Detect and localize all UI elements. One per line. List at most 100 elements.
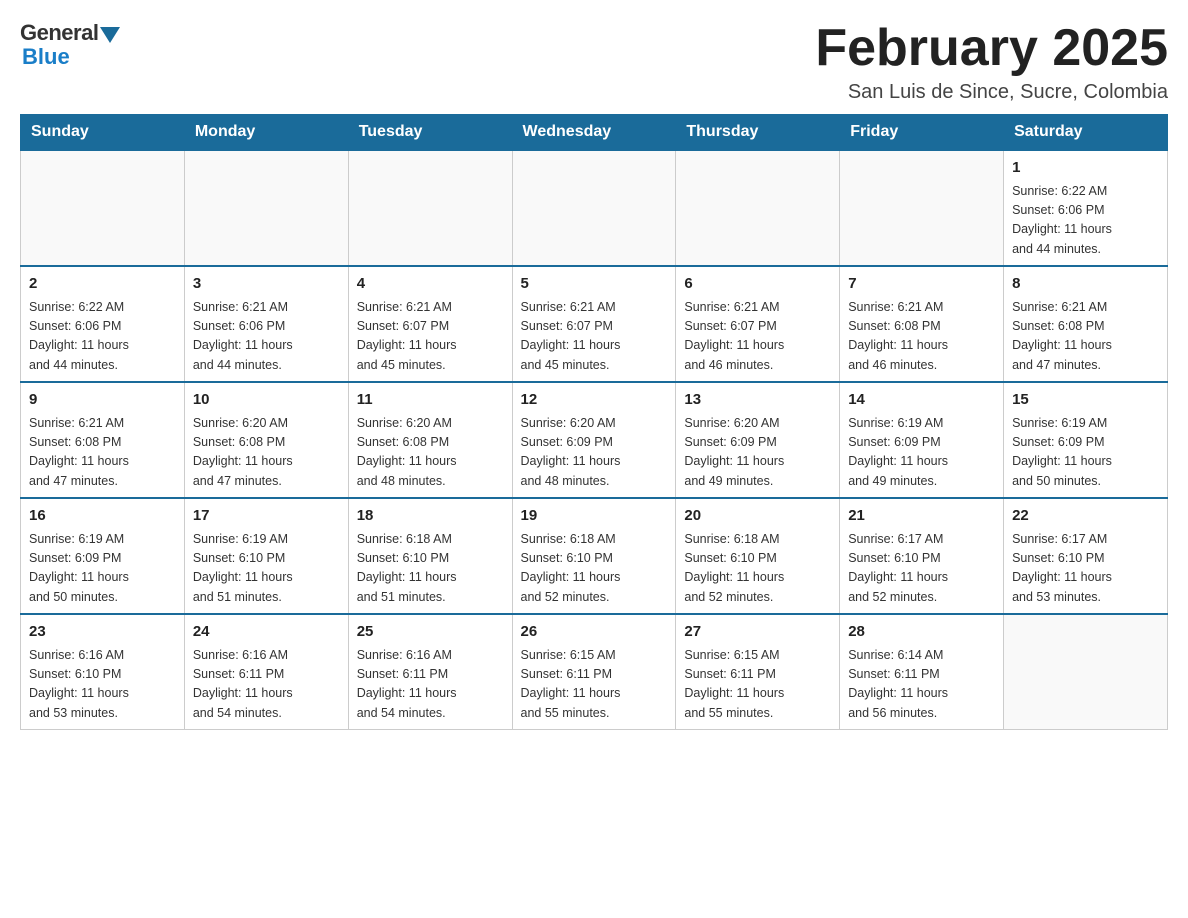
day-info: Sunrise: 6:19 AMSunset: 6:09 PMDaylight:… (848, 414, 995, 492)
calendar-cell: 2Sunrise: 6:22 AMSunset: 6:06 PMDaylight… (21, 266, 185, 382)
day-number: 16 (29, 505, 176, 528)
logo: General Blue (20, 20, 120, 70)
day-number: 4 (357, 273, 504, 296)
day-info: Sunrise: 6:19 AMSunset: 6:09 PMDaylight:… (29, 530, 176, 608)
day-header-row: SundayMondayTuesdayWednesdayThursdayFrid… (21, 115, 1168, 151)
calendar-cell: 1Sunrise: 6:22 AMSunset: 6:06 PMDaylight… (1004, 150, 1168, 266)
day-header-thursday: Thursday (676, 115, 840, 151)
day-header-tuesday: Tuesday (348, 115, 512, 151)
day-number: 23 (29, 621, 176, 644)
day-info: Sunrise: 6:21 AMSunset: 6:07 PMDaylight:… (684, 298, 831, 376)
calendar-cell: 18Sunrise: 6:18 AMSunset: 6:10 PMDayligh… (348, 498, 512, 614)
calendar-cell (348, 150, 512, 266)
day-info: Sunrise: 6:21 AMSunset: 6:08 PMDaylight:… (848, 298, 995, 376)
calendar-cell (840, 150, 1004, 266)
day-info: Sunrise: 6:16 AMSunset: 6:10 PMDaylight:… (29, 646, 176, 724)
day-info: Sunrise: 6:22 AMSunset: 6:06 PMDaylight:… (29, 298, 176, 376)
location: San Luis de Since, Sucre, Colombia (815, 81, 1168, 104)
calendar-cell: 10Sunrise: 6:20 AMSunset: 6:08 PMDayligh… (184, 382, 348, 498)
week-row-2: 2Sunrise: 6:22 AMSunset: 6:06 PMDaylight… (21, 266, 1168, 382)
day-number: 27 (684, 621, 831, 644)
title-area: February 2025 San Luis de Since, Sucre, … (815, 20, 1168, 104)
calendar-cell: 4Sunrise: 6:21 AMSunset: 6:07 PMDaylight… (348, 266, 512, 382)
logo-arrow-icon (100, 27, 120, 43)
day-number: 26 (521, 621, 668, 644)
calendar-cell: 26Sunrise: 6:15 AMSunset: 6:11 PMDayligh… (512, 614, 676, 730)
calendar-cell: 5Sunrise: 6:21 AMSunset: 6:07 PMDaylight… (512, 266, 676, 382)
day-number: 17 (193, 505, 340, 528)
calendar-cell: 9Sunrise: 6:21 AMSunset: 6:08 PMDaylight… (21, 382, 185, 498)
calendar-cell (676, 150, 840, 266)
calendar-cell: 27Sunrise: 6:15 AMSunset: 6:11 PMDayligh… (676, 614, 840, 730)
week-row-4: 16Sunrise: 6:19 AMSunset: 6:09 PMDayligh… (21, 498, 1168, 614)
day-info: Sunrise: 6:20 AMSunset: 6:08 PMDaylight:… (193, 414, 340, 492)
calendar-table: SundayMondayTuesdayWednesdayThursdayFrid… (20, 114, 1168, 730)
day-header-monday: Monday (184, 115, 348, 151)
day-info: Sunrise: 6:20 AMSunset: 6:09 PMDaylight:… (521, 414, 668, 492)
day-number: 3 (193, 273, 340, 296)
calendar-cell: 6Sunrise: 6:21 AMSunset: 6:07 PMDaylight… (676, 266, 840, 382)
day-number: 22 (1012, 505, 1159, 528)
day-number: 15 (1012, 389, 1159, 412)
day-info: Sunrise: 6:19 AMSunset: 6:09 PMDaylight:… (1012, 414, 1159, 492)
month-title: February 2025 (815, 20, 1168, 77)
day-number: 13 (684, 389, 831, 412)
calendar-cell: 22Sunrise: 6:17 AMSunset: 6:10 PMDayligh… (1004, 498, 1168, 614)
day-number: 11 (357, 389, 504, 412)
calendar-cell (21, 150, 185, 266)
calendar-cell (1004, 614, 1168, 730)
calendar-cell: 17Sunrise: 6:19 AMSunset: 6:10 PMDayligh… (184, 498, 348, 614)
day-info: Sunrise: 6:17 AMSunset: 6:10 PMDaylight:… (848, 530, 995, 608)
calendar-cell: 15Sunrise: 6:19 AMSunset: 6:09 PMDayligh… (1004, 382, 1168, 498)
calendar-cell: 20Sunrise: 6:18 AMSunset: 6:10 PMDayligh… (676, 498, 840, 614)
day-number: 8 (1012, 273, 1159, 296)
week-row-1: 1Sunrise: 6:22 AMSunset: 6:06 PMDaylight… (21, 150, 1168, 266)
day-info: Sunrise: 6:15 AMSunset: 6:11 PMDaylight:… (521, 646, 668, 724)
day-number: 18 (357, 505, 504, 528)
calendar-cell: 14Sunrise: 6:19 AMSunset: 6:09 PMDayligh… (840, 382, 1004, 498)
day-info: Sunrise: 6:21 AMSunset: 6:08 PMDaylight:… (29, 414, 176, 492)
day-number: 2 (29, 273, 176, 296)
day-number: 28 (848, 621, 995, 644)
day-number: 12 (521, 389, 668, 412)
day-info: Sunrise: 6:18 AMSunset: 6:10 PMDaylight:… (521, 530, 668, 608)
day-number: 14 (848, 389, 995, 412)
day-number: 24 (193, 621, 340, 644)
day-number: 1 (1012, 157, 1159, 180)
day-info: Sunrise: 6:19 AMSunset: 6:10 PMDaylight:… (193, 530, 340, 608)
day-number: 9 (29, 389, 176, 412)
page-header: General Blue February 2025 San Luis de S… (20, 20, 1168, 104)
day-info: Sunrise: 6:18 AMSunset: 6:10 PMDaylight:… (357, 530, 504, 608)
day-number: 6 (684, 273, 831, 296)
calendar-cell: 7Sunrise: 6:21 AMSunset: 6:08 PMDaylight… (840, 266, 1004, 382)
day-info: Sunrise: 6:14 AMSunset: 6:11 PMDaylight:… (848, 646, 995, 724)
day-info: Sunrise: 6:20 AMSunset: 6:09 PMDaylight:… (684, 414, 831, 492)
calendar-cell: 25Sunrise: 6:16 AMSunset: 6:11 PMDayligh… (348, 614, 512, 730)
day-number: 25 (357, 621, 504, 644)
logo-general-text: General (20, 20, 98, 46)
day-info: Sunrise: 6:20 AMSunset: 6:08 PMDaylight:… (357, 414, 504, 492)
calendar-cell (512, 150, 676, 266)
day-info: Sunrise: 6:18 AMSunset: 6:10 PMDaylight:… (684, 530, 831, 608)
calendar-cell: 28Sunrise: 6:14 AMSunset: 6:11 PMDayligh… (840, 614, 1004, 730)
day-info: Sunrise: 6:22 AMSunset: 6:06 PMDaylight:… (1012, 182, 1159, 260)
day-number: 20 (684, 505, 831, 528)
day-number: 21 (848, 505, 995, 528)
day-header-wednesday: Wednesday (512, 115, 676, 151)
day-header-sunday: Sunday (21, 115, 185, 151)
calendar-cell: 19Sunrise: 6:18 AMSunset: 6:10 PMDayligh… (512, 498, 676, 614)
day-info: Sunrise: 6:15 AMSunset: 6:11 PMDaylight:… (684, 646, 831, 724)
calendar-cell: 11Sunrise: 6:20 AMSunset: 6:08 PMDayligh… (348, 382, 512, 498)
week-row-5: 23Sunrise: 6:16 AMSunset: 6:10 PMDayligh… (21, 614, 1168, 730)
calendar-cell: 23Sunrise: 6:16 AMSunset: 6:10 PMDayligh… (21, 614, 185, 730)
day-info: Sunrise: 6:21 AMSunset: 6:08 PMDaylight:… (1012, 298, 1159, 376)
day-info: Sunrise: 6:16 AMSunset: 6:11 PMDaylight:… (193, 646, 340, 724)
day-info: Sunrise: 6:16 AMSunset: 6:11 PMDaylight:… (357, 646, 504, 724)
day-info: Sunrise: 6:21 AMSunset: 6:07 PMDaylight:… (521, 298, 668, 376)
day-number: 5 (521, 273, 668, 296)
calendar-cell: 8Sunrise: 6:21 AMSunset: 6:08 PMDaylight… (1004, 266, 1168, 382)
day-info: Sunrise: 6:21 AMSunset: 6:06 PMDaylight:… (193, 298, 340, 376)
calendar-cell (184, 150, 348, 266)
calendar-cell: 3Sunrise: 6:21 AMSunset: 6:06 PMDaylight… (184, 266, 348, 382)
week-row-3: 9Sunrise: 6:21 AMSunset: 6:08 PMDaylight… (21, 382, 1168, 498)
